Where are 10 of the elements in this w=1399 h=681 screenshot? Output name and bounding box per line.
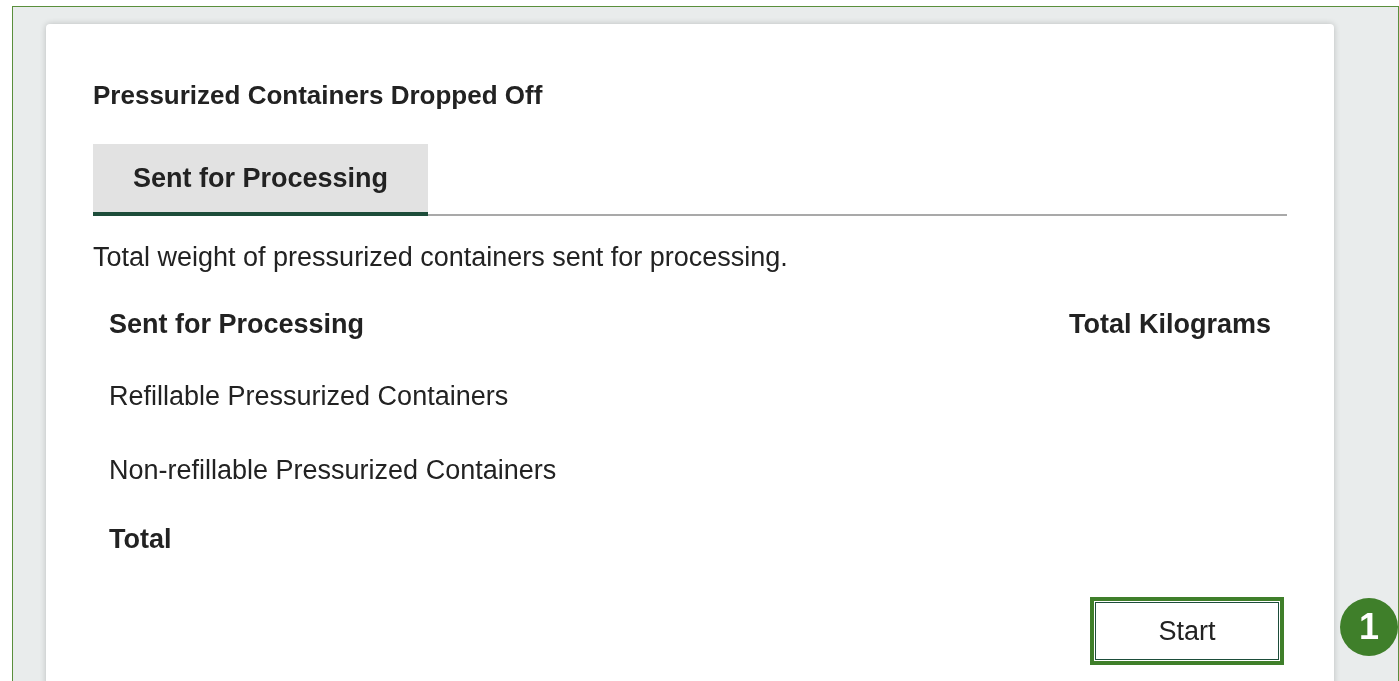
row-label: Non-refillable Pressurized Containers [109,455,557,485]
row-label: Total [109,524,172,554]
description: Total weight of pressurized containers sent for processing. [93,244,789,271]
tab[interactable]: Sent for Processing [93,144,429,216]
start-button[interactable]: Start [1090,597,1284,665]
column-header: Total Kilograms [1068,311,1271,338]
step-badge: 1 [1340,598,1398,656]
card-title: Pressurized Containers Dropped Off [93,82,544,108]
row-label: Refillable Pressurized Containers [109,381,509,411]
column-header: Sent for Processing [109,311,365,338]
